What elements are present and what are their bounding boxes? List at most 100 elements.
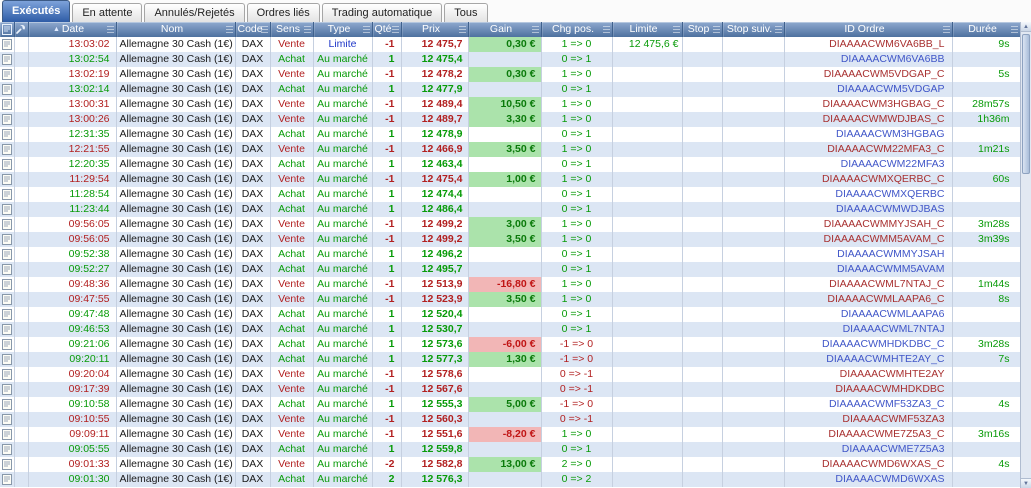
order-note-icon[interactable]: [1, 443, 12, 455]
order-note-icon[interactable]: [1, 383, 12, 395]
header-menu-icon[interactable]: [672, 26, 680, 33]
table-row[interactable]: 09:48:36 Allemagne 30 Cash (1€) DAX Vent…: [0, 277, 1021, 292]
table-row[interactable]: 09:20:11 Allemagne 30 Cash (1€) DAX Acha…: [0, 352, 1021, 367]
order-note-icon[interactable]: [1, 428, 12, 440]
header-menu-icon[interactable]: [1010, 26, 1018, 33]
column-header-sens[interactable]: Sens: [270, 22, 314, 37]
table-row[interactable]: 13:00:26 Allemagne 30 Cash (1€) DAX Vent…: [0, 112, 1021, 127]
scroll-up-icon[interactable]: ▲: [1021, 22, 1031, 32]
column-header-nom[interactable]: Nom: [116, 22, 236, 37]
order-note-icon[interactable]: [1, 98, 12, 110]
table-row[interactable]: 09:20:04 Allemagne 30 Cash (1€) DAX Vent…: [0, 367, 1021, 382]
table-row[interactable]: 13:03:02 Allemagne 30 Cash (1€) DAX Vent…: [0, 37, 1021, 52]
tab-trading-automatique[interactable]: Trading automatique: [321, 3, 443, 22]
order-note-icon[interactable]: [1, 113, 12, 125]
table-row[interactable]: 13:00:31 Allemagne 30 Cash (1€) DAX Vent…: [0, 97, 1021, 112]
table-row[interactable]: 12:21:55 Allemagne 30 Cash (1€) DAX Vent…: [0, 142, 1021, 157]
table-row[interactable]: 09:17:39 Allemagne 30 Cash (1€) DAX Vent…: [0, 382, 1021, 397]
tab-tous[interactable]: Tous: [444, 3, 488, 22]
order-note-icon[interactable]: [1, 83, 12, 95]
order-note-icon[interactable]: [1, 398, 12, 410]
table-row[interactable]: 09:56:05 Allemagne 30 Cash (1€) DAX Vent…: [0, 217, 1021, 232]
column-header-code[interactable]: Code: [235, 22, 271, 37]
order-note-icon[interactable]: [1, 413, 12, 425]
table-row[interactable]: 09:47:48 Allemagne 30 Cash (1€) DAX Acha…: [0, 307, 1021, 322]
order-note-icon[interactable]: [1, 203, 12, 215]
order-note-icon[interactable]: [1, 263, 12, 275]
column-header-gain[interactable]: Gain: [468, 22, 542, 37]
scroll-down-icon[interactable]: ▼: [1021, 478, 1031, 488]
column-header-qte[interactable]: Qté: [372, 22, 402, 37]
table-row[interactable]: 09:01:33 Allemagne 30 Cash (1€) DAX Vent…: [0, 457, 1021, 472]
table-row[interactable]: 12:31:35 Allemagne 30 Cash (1€) DAX Acha…: [0, 127, 1021, 142]
column-header-type[interactable]: Type: [313, 22, 373, 37]
order-note-icon[interactable]: [1, 173, 12, 185]
vertical-scrollbar[interactable]: ▲ ▼: [1020, 22, 1031, 488]
table-row[interactable]: 13:02:19 Allemagne 30 Cash (1€) DAX Vent…: [0, 67, 1021, 82]
header-menu-icon[interactable]: [303, 26, 311, 33]
order-note-icon[interactable]: [1, 233, 12, 245]
table-row[interactable]: 11:28:54 Allemagne 30 Cash (1€) DAX Acha…: [0, 187, 1021, 202]
header-menu-icon[interactable]: [106, 26, 114, 33]
column-header-chg[interactable]: Chg pos.: [541, 22, 613, 37]
scrollbar-thumb[interactable]: [1022, 34, 1030, 174]
table-row[interactable]: 11:23:44 Allemagne 30 Cash (1€) DAX Acha…: [0, 202, 1021, 217]
order-note-icon[interactable]: [1, 308, 12, 320]
table-row[interactable]: 09:10:58 Allemagne 30 Cash (1€) DAX Acha…: [0, 397, 1021, 412]
header-menu-icon[interactable]: [602, 26, 610, 33]
table-row[interactable]: 09:46:53 Allemagne 30 Cash (1€) DAX Acha…: [0, 322, 1021, 337]
order-note-icon[interactable]: [1, 293, 12, 305]
table-row[interactable]: 11:29:54 Allemagne 30 Cash (1€) DAX Vent…: [0, 172, 1021, 187]
table-row[interactable]: 09:52:27 Allemagne 30 Cash (1€) DAX Acha…: [0, 262, 1021, 277]
order-note-icon[interactable]: [1, 323, 12, 335]
header-menu-icon[interactable]: [774, 26, 782, 33]
order-note-icon[interactable]: [1, 128, 12, 140]
order-note-icon[interactable]: [1, 248, 12, 260]
column-header-stop-suiv[interactable]: Stop suiv.: [722, 22, 785, 37]
table-row[interactable]: 09:09:11 Allemagne 30 Cash (1€) DAX Vent…: [0, 427, 1021, 442]
header-menu-icon[interactable]: [225, 26, 233, 33]
order-note-icon[interactable]: [1, 368, 12, 380]
table-row[interactable]: 09:05:55 Allemagne 30 Cash (1€) DAX Acha…: [0, 442, 1021, 457]
header-menu-icon[interactable]: [942, 26, 950, 33]
column-header-duree[interactable]: Durée: [952, 22, 1021, 37]
order-note-icon[interactable]: [1, 53, 12, 65]
order-note-icon[interactable]: [1, 278, 12, 290]
order-note-icon[interactable]: [1, 353, 12, 365]
table-row[interactable]: 09:01:30 Allemagne 30 Cash (1€) DAX Acha…: [0, 472, 1021, 487]
order-note-icon[interactable]: [1, 218, 12, 230]
tab-ordres-lies[interactable]: Ordres liés: [246, 3, 320, 22]
tab-en-attente[interactable]: En attente: [72, 3, 143, 22]
column-header-id[interactable]: ID Ordre: [784, 22, 953, 37]
column-header-details[interactable]: [0, 22, 15, 37]
header-menu-icon[interactable]: [712, 26, 720, 33]
order-note-icon[interactable]: [1, 338, 12, 350]
column-header-stop[interactable]: Stop: [682, 22, 723, 37]
tab-executes[interactable]: Exécutés: [2, 0, 71, 22]
header-menu-icon[interactable]: [458, 26, 466, 33]
table-row[interactable]: 09:10:55 Allemagne 30 Cash (1€) DAX Vent…: [0, 412, 1021, 427]
order-note-icon[interactable]: [1, 68, 12, 80]
header-menu-icon[interactable]: [391, 26, 399, 33]
header-menu-icon[interactable]: [531, 26, 539, 33]
order-note-icon[interactable]: [1, 143, 12, 155]
table-row[interactable]: 09:47:55 Allemagne 30 Cash (1€) DAX Vent…: [0, 292, 1021, 307]
table-row[interactable]: 13:02:54 Allemagne 30 Cash (1€) DAX Acha…: [0, 52, 1021, 67]
tab-annules-rejetes[interactable]: Annulés/Rejetés: [144, 3, 245, 22]
table-row[interactable]: 13:02:14 Allemagne 30 Cash (1€) DAX Acha…: [0, 82, 1021, 97]
header-menu-icon[interactable]: [260, 26, 268, 33]
order-note-icon[interactable]: [1, 38, 12, 50]
order-note-icon[interactable]: [1, 473, 12, 485]
order-note-icon[interactable]: [1, 188, 12, 200]
column-header-limite[interactable]: Limite: [612, 22, 683, 37]
column-header-tools[interactable]: [14, 22, 29, 37]
table-row[interactable]: 09:21:06 Allemagne 30 Cash (1€) DAX Acha…: [0, 337, 1021, 352]
table-row[interactable]: 12:20:35 Allemagne 30 Cash (1€) DAX Acha…: [0, 157, 1021, 172]
header-menu-icon[interactable]: [362, 26, 370, 33]
order-note-icon[interactable]: [1, 458, 12, 470]
order-note-icon[interactable]: [1, 158, 12, 170]
table-row[interactable]: 09:52:38 Allemagne 30 Cash (1€) DAX Acha…: [0, 247, 1021, 262]
column-header-date[interactable]: ▲ Date: [28, 22, 117, 37]
column-header-prix[interactable]: Prix: [401, 22, 469, 37]
table-row[interactable]: 09:56:05 Allemagne 30 Cash (1€) DAX Vent…: [0, 232, 1021, 247]
